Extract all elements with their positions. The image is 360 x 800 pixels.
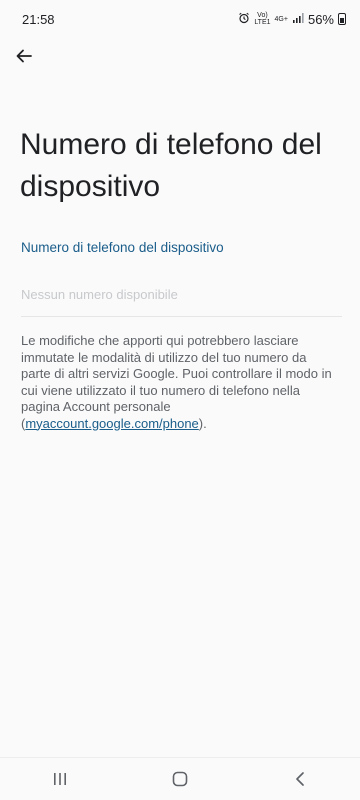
recent-apps-button[interactable]: [30, 761, 90, 797]
status-icons: Vo) LTE1 4G+ 56%: [238, 12, 346, 27]
no-number-text: Nessun numero disponibile: [21, 287, 178, 302]
navigation-bar: [0, 757, 360, 800]
back-icon: [296, 772, 304, 786]
network-type: 4G+: [274, 15, 288, 23]
recent-apps-icon: [54, 773, 66, 785]
battery-icon: [338, 13, 346, 25]
home-button[interactable]: [150, 761, 210, 797]
volte-indicator: Vo) LTE1: [254, 12, 271, 26]
account-link[interactable]: myaccount.google.com/phone: [25, 416, 198, 431]
status-bar: 21:58 Vo) LTE1 4G+ 56%: [0, 0, 360, 38]
status-time: 21:58: [22, 11, 55, 27]
signal-icon: [292, 12, 304, 27]
nav-back-button[interactable]: [270, 761, 330, 797]
info-text: Le modifiche che apporti qui potrebbero …: [21, 333, 336, 432]
back-button[interactable]: [10, 42, 38, 70]
battery-percent: 56%: [307, 11, 334, 27]
alarm-icon: [238, 12, 250, 27]
home-icon: [172, 771, 188, 787]
info-suffix: ).: [198, 415, 207, 431]
arrow-left-icon: [16, 49, 32, 63]
section-label: Numero di telefono del dispositivo: [21, 240, 224, 255]
divider: [21, 316, 342, 317]
page-title: Numero di telefono del dispositivo: [20, 128, 322, 203]
